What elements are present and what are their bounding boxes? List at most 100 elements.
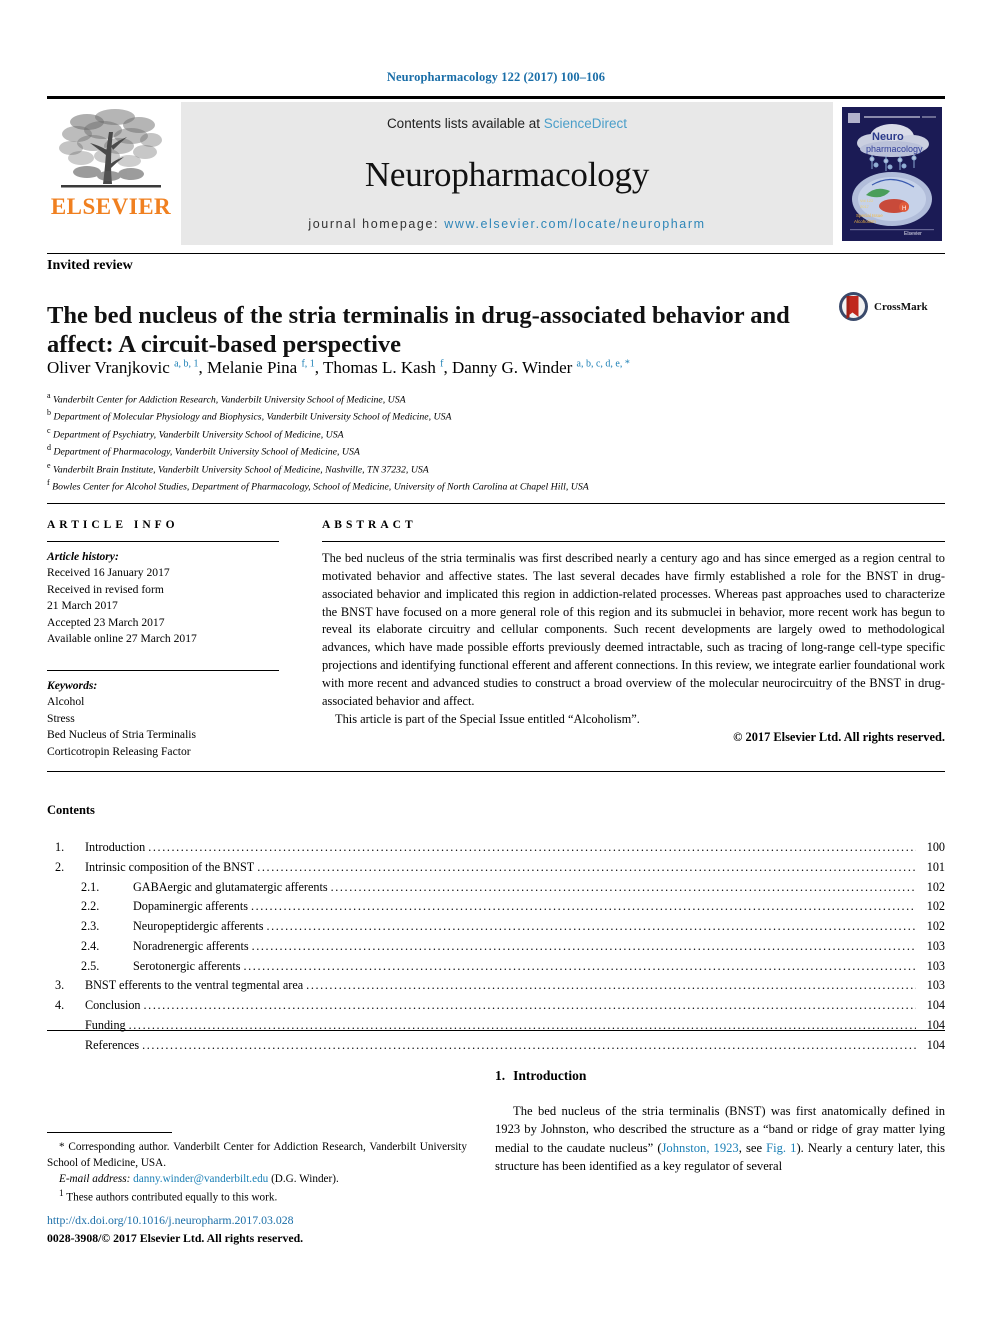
- toc-leader-dots: ........................................…: [330, 879, 916, 894]
- toc-entry-page: 102: [926, 899, 945, 914]
- journal-homepage-link[interactable]: www.elsevier.com/locate/neuropharm: [444, 217, 705, 231]
- keywords-label: Keywords:: [47, 678, 98, 692]
- introduction-paragraph: The bed nucleus of the stria terminalis …: [495, 1102, 945, 1175]
- email-link[interactable]: danny.winder@vanderbilt.edu: [133, 1173, 268, 1185]
- elsevier-wordmark: ELSEVIER: [50, 194, 172, 219]
- toc-entry-label: Dopaminergic afferents: [133, 899, 248, 914]
- toc-entry[interactable]: 2. Intrinsic composition of the BNST.....…: [47, 858, 945, 878]
- figure-1-link[interactable]: Fig. 1: [766, 1141, 796, 1155]
- toc-entry-number: 1.: [55, 840, 65, 854]
- affiliation-marker: c: [47, 425, 51, 435]
- abstract-heading: ABSTRACT: [322, 519, 417, 531]
- info-section-bottom-rule: [47, 771, 945, 772]
- corresponding-author-note: * Corresponding author. Vanderbilt Cente…: [47, 1139, 467, 1171]
- affiliation-marker: a: [47, 391, 51, 400]
- history-item: Available online 27 March 2017: [47, 632, 197, 646]
- contents-heading: Contents: [47, 803, 95, 817]
- toc-entry-label: Neuropeptidergic afferents: [133, 919, 264, 934]
- article-info-rule: [47, 541, 279, 542]
- email-label: E-mail address:: [59, 1173, 131, 1186]
- keywords-rule: [47, 669, 279, 671]
- toc-leader-dots: ........................................…: [148, 840, 916, 854]
- toc-entry-label: References: [85, 1037, 140, 1052]
- toc-entry-page: 103: [926, 958, 945, 973]
- toc-entry-number: 3.: [55, 978, 65, 993]
- crossmark-icon: [839, 292, 868, 321]
- affiliation-text: Vanderbilt Center for Addiction Research…: [53, 394, 406, 406]
- svg-text:2017: 2017: [860, 204, 870, 209]
- affiliation-item: a Vanderbilt Center for Addiction Resear…: [47, 390, 917, 407]
- corresponding-author-marker: *: [59, 1141, 65, 1153]
- history-item: Accepted 23 March 2017: [47, 615, 165, 629]
- toc-entry-page: 104: [926, 1017, 945, 1032]
- contents-available-line: Contents lists available at ScienceDirec…: [387, 116, 627, 131]
- crossmark-badge[interactable]: CrossMark: [838, 291, 928, 322]
- toc-entry[interactable]: 2.2. Dopaminergic afferents..............…: [47, 897, 945, 917]
- contents-bottom-rule: [47, 1030, 945, 1031]
- introduction-text-part2: , see: [738, 1140, 767, 1155]
- equal-contribution-note: 1 These authors contributed equally to t…: [47, 1188, 467, 1206]
- info-section-top-rule: [47, 503, 945, 504]
- toc-leader-dots: ........................................…: [266, 919, 916, 934]
- sciencedirect-link[interactable]: ScienceDirect: [544, 116, 627, 131]
- email-note: E-mail address: danny.winder@vanderbilt.…: [47, 1171, 467, 1187]
- doi-link[interactable]: http://dx.doi.org/10.1016/j.neuropharm.2…: [47, 1212, 303, 1230]
- running-head: Neuropharmacology 122 (2017) 100–106: [386, 70, 606, 84]
- toc-entry-number: 2.2.: [81, 899, 100, 914]
- toc-entry-number: 2.: [55, 859, 65, 874]
- toc-entry-number: 4.: [55, 998, 65, 1013]
- abstract-paragraph: The bed nucleus of the stria terminalis …: [322, 551, 945, 708]
- keyword-item: Stress: [47, 711, 75, 725]
- toc-entry-label: Conclusion: [85, 998, 141, 1013]
- abstract-rule: [322, 541, 945, 542]
- svg-text:Alcoholism: Alcoholism: [854, 219, 876, 224]
- journal-title: Neuropharmacology: [364, 154, 650, 194]
- toc-entry-page: 103: [926, 938, 945, 953]
- introduction-heading: 1. Introduction: [495, 1068, 945, 1084]
- abstract-body: The bed nucleus of the stria terminalis …: [322, 550, 945, 746]
- article-history-block: Article history: Received 16 January 201…: [47, 549, 297, 648]
- toc-entry-page: 102: [926, 919, 945, 934]
- toc-entry[interactable]: Funding.................................…: [47, 1016, 945, 1036]
- toc-entry[interactable]: 3. BNST efferents to the ventral tegmenta…: [47, 976, 945, 996]
- elsevier-tree-icon: [59, 109, 162, 188]
- toc-entry-label: Intrinsic composition of the BNST: [85, 859, 255, 874]
- footnote-block: * Corresponding author. Vanderbilt Cente…: [47, 1132, 467, 1206]
- article-type-label: Invited review: [47, 258, 133, 273]
- equal-contribution-text: These authors contributed equally to thi…: [66, 1191, 278, 1204]
- introduction-heading-text: Introduction: [513, 1068, 587, 1083]
- toc-entry-number: 2.4.: [81, 938, 100, 953]
- toc-entry-label: BNST efferents to the ventral tegmental …: [85, 978, 304, 993]
- masthead-center-panel: Contents lists available at ScienceDirec…: [181, 102, 833, 245]
- journal-article-first-page: Neuropharmacology 122 (2017) 100–106 ELS…: [0, 0, 992, 1323]
- toc-entry-label: GABAergic and glutamatergic afferents: [133, 879, 328, 894]
- cover-artwork-icon: Neuro pharmacology H Vol 122 2017 Specia…: [842, 106, 942, 241]
- toc-entry[interactable]: 1. Introduction..........................…: [47, 838, 945, 858]
- author-list: Oliver Vranjkovic a, b, 1, Melanie Pina …: [47, 358, 630, 377]
- toc-entry[interactable]: 2.3. Neuropeptidergic afferents..........…: [47, 917, 945, 937]
- toc-entry[interactable]: 4. Conclusion............................…: [47, 996, 945, 1016]
- corresponding-author-text: Corresponding author. Vanderbilt Center …: [47, 1141, 468, 1170]
- svg-text:H: H: [902, 206, 906, 212]
- elsevier-logo: ELSEVIER: [47, 102, 175, 245]
- crossmark-label: CrossMark: [874, 300, 928, 313]
- citation-johnston-1923[interactable]: Johnston, 1923: [662, 1141, 739, 1155]
- title-top-rule: [47, 253, 945, 254]
- toc-entry-page: 103: [926, 978, 945, 993]
- doi-and-issn-block: http://dx.doi.org/10.1016/j.neuropharm.2…: [47, 1212, 303, 1247]
- toc-entry[interactable]: 2.5. Serotonergic afferents..............…: [47, 957, 945, 977]
- introduction-number: 1.: [495, 1068, 506, 1083]
- article-info-heading: ARTICLE INFO: [47, 519, 179, 531]
- toc-entry-page: 104: [926, 998, 945, 1013]
- toc-entry[interactable]: 2.1. GABAergic and glutamatergic afferent…: [47, 878, 945, 898]
- affiliation-item: f Bowles Center for Alcohol Studies, Dep…: [47, 477, 917, 494]
- footnote-rule: [47, 1132, 172, 1133]
- journal-cover-image: Neuro pharmacology H Vol 122 2017 Specia…: [842, 106, 942, 241]
- affiliation-marker: d: [47, 443, 51, 453]
- toc-entry-number: 2.3.: [81, 919, 100, 934]
- keyword-item: Bed Nucleus of Stria Terminalis: [47, 728, 197, 742]
- toc-entry[interactable]: References..............................…: [47, 1036, 945, 1056]
- abstract-copyright: © 2017 Elsevier Ltd. All rights reserved…: [733, 729, 945, 744]
- toc-entry[interactable]: 2.4. Noradrenergic afferents.............…: [47, 937, 945, 957]
- affiliation-text: Vanderbilt Brain Institute, Vanderbilt U…: [53, 464, 429, 476]
